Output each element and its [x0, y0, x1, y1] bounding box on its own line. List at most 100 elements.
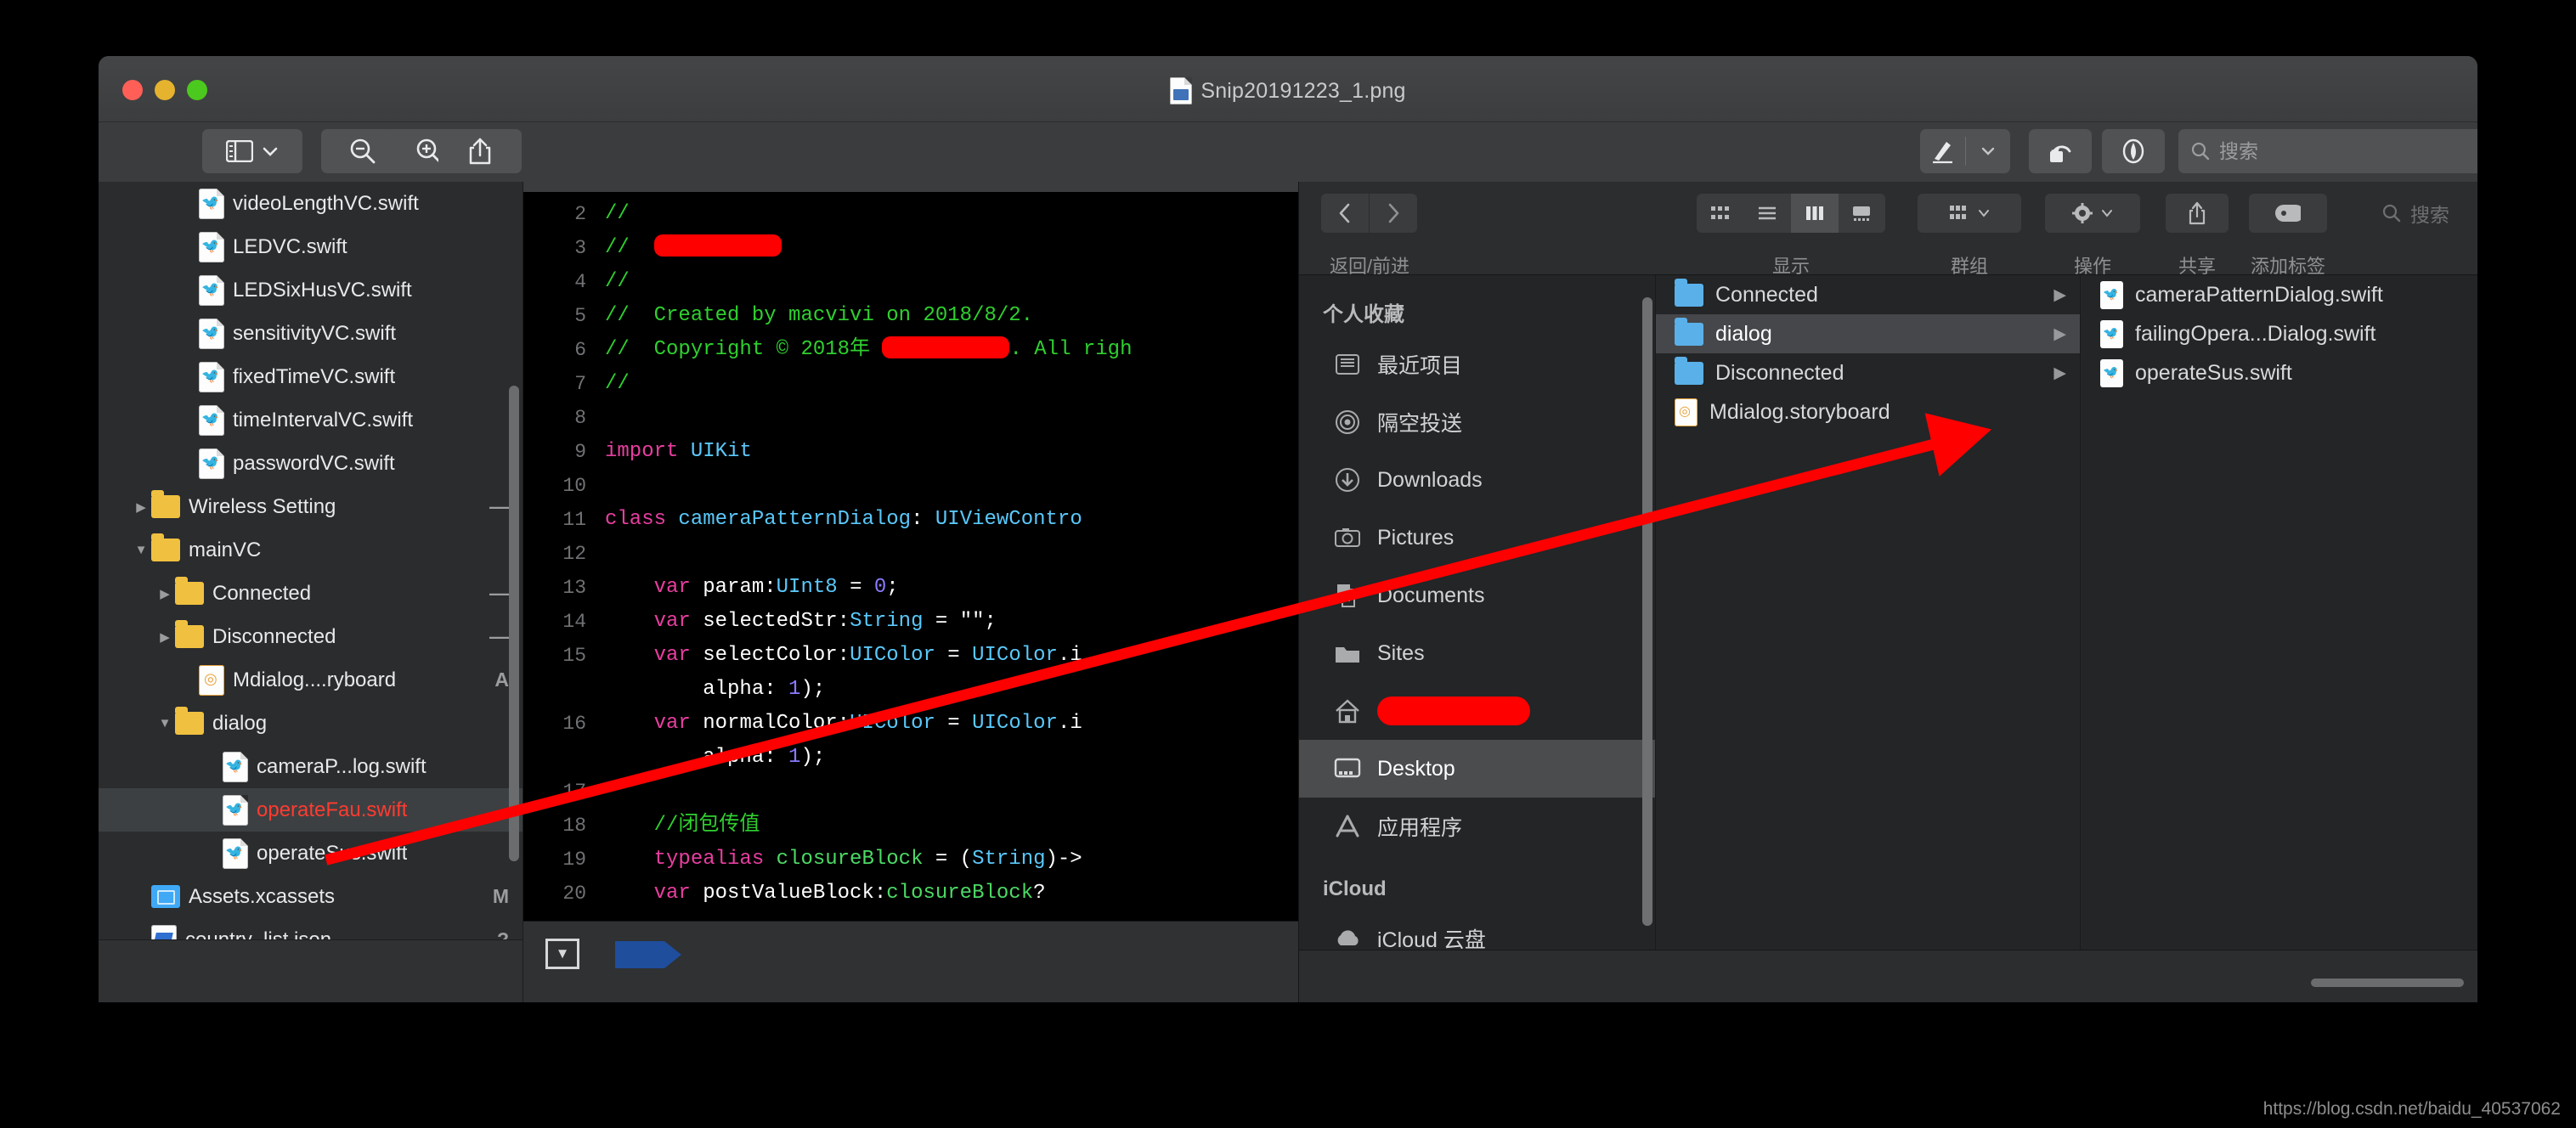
- navigator-row-label: Wireless Setting: [189, 495, 336, 519]
- code-text: var selectColor:UIColor = UIColor.i: [605, 639, 1082, 673]
- finder-item-label: cameraPatternDialog.swift: [2135, 283, 2383, 307]
- sidebar-item[interactable]: Desktop: [1299, 740, 1655, 798]
- navigator-row[interactable]: ▼ mainVC: [99, 528, 523, 572]
- code-line: alpha: 1);: [523, 741, 1298, 775]
- finder-sidebar-scrollbar[interactable]: [1642, 297, 1652, 926]
- sidebar-item[interactable]: Pictures: [1299, 509, 1655, 567]
- code-line: 10: [523, 469, 1298, 503]
- back-button[interactable]: [1321, 194, 1369, 233]
- airdrop-icon: [1333, 409, 1362, 436]
- chevron-left-icon: [1336, 202, 1353, 224]
- finder-list-item[interactable]: Disconnected▶: [1656, 353, 2080, 392]
- navigator-row[interactable]: operateFau.swift: [99, 788, 523, 832]
- folder-file-icon: [151, 539, 180, 561]
- home-icon: [1333, 697, 1362, 725]
- sidebar-item[interactable]: [1299, 682, 1655, 740]
- line-number: 7: [523, 367, 605, 401]
- code-line: 18 //闭包传值: [523, 809, 1298, 843]
- navigator-row[interactable]: Assets.xcassetsM: [99, 875, 523, 918]
- finder-item-label: Mdialog.storyboard: [1709, 400, 1890, 425]
- sidebar-toggle-button[interactable]: [202, 129, 302, 173]
- navigator-row[interactable]: operateSus.swift: [99, 832, 523, 875]
- column-view-button[interactable]: [1791, 194, 1839, 233]
- disclosure-closed-icon[interactable]: ▶: [155, 629, 175, 645]
- markup-button[interactable]: [1920, 138, 1965, 164]
- editor-top-bar: [523, 182, 1298, 192]
- finder-list-item[interactable]: Connected▶: [1656, 275, 2080, 314]
- window-titlebar: Snip20191223_1.png: [99, 56, 2477, 122]
- navigator-row[interactable]: Mdialog....ryboardA: [99, 658, 523, 702]
- disclosure-closed-icon[interactable]: ▶: [155, 586, 175, 601]
- code-line: 17: [523, 775, 1298, 809]
- chevron-right-icon: [1385, 202, 1402, 224]
- disclosure-closed-icon[interactable]: ▶: [131, 499, 151, 515]
- navigator-row[interactable]: videoLengthVC.swift: [99, 182, 523, 225]
- swift-file-icon: [223, 795, 248, 826]
- share-icon: [2188, 201, 2206, 225]
- source-code-area[interactable]: 2//3// 4//5// Created by macvivi on 2018…: [523, 192, 1298, 921]
- preview-toolbar: [99, 122, 2477, 182]
- finder-list-item[interactable]: operateSus.swift: [2082, 353, 2477, 392]
- rotate-button[interactable]: [2029, 129, 2092, 173]
- sidebar-item[interactable]: Sites: [1299, 624, 1655, 682]
- disclosure-open-icon[interactable]: ▼: [131, 543, 151, 557]
- navigator-row[interactable]: timeIntervalVC.swift: [99, 398, 523, 442]
- line-number: 19: [523, 843, 605, 877]
- breadcrumb-tag[interactable]: [615, 941, 664, 968]
- navigator-row[interactable]: ▶Disconnected—: [99, 615, 523, 658]
- sidebar-item[interactable]: Documents: [1299, 567, 1655, 624]
- code-line: 9import UIKit: [523, 435, 1298, 469]
- finder-sidebar-list: 个人收藏最近项目隔空投送DownloadsPicturesDocumentsSi…: [1299, 275, 1655, 1002]
- navigator-row[interactable]: fixedTimeVC.swift: [99, 355, 523, 398]
- finder-list-item[interactable]: cameraPatternDialog.swift: [2082, 275, 2477, 314]
- chevron-right-icon: ▶: [2053, 364, 2066, 383]
- line-number: 13: [523, 571, 605, 605]
- navigator-row[interactable]: sensitivityVC.swift: [99, 312, 523, 355]
- sidebar-item[interactable]: 隔空投送: [1299, 393, 1655, 451]
- sidebar-item[interactable]: Downloads: [1299, 451, 1655, 509]
- code-text: //: [605, 265, 630, 299]
- share-button-finder[interactable]: [2166, 194, 2229, 233]
- forward-button[interactable]: [1370, 194, 1417, 233]
- folder-file-icon: [175, 625, 204, 648]
- finder-list-item[interactable]: dialog▶: [1656, 314, 2080, 353]
- jump-bar-button[interactable]: ▼: [545, 939, 579, 969]
- icon-view-button[interactable]: [1697, 194, 1744, 233]
- line-number: 12: [523, 537, 605, 571]
- markup-toolbar-group: [1920, 129, 2010, 173]
- annotate-button[interactable]: [2102, 129, 2165, 173]
- navigator-row[interactable]: LEDSixHusVC.swift: [99, 268, 523, 312]
- navigator-row[interactable]: ▼dialog: [99, 702, 523, 745]
- navigator-row[interactable]: LEDVC.swift: [99, 225, 523, 268]
- navigator-row[interactable]: ▶Wireless Setting—: [99, 485, 523, 528]
- markup-options-button[interactable]: [1966, 145, 2011, 157]
- add-tags-button[interactable]: [2249, 194, 2327, 233]
- navigator-row-label: mainVC: [189, 539, 261, 562]
- finder-search-field[interactable]: 搜索: [2370, 194, 2477, 233]
- finder-list-item[interactable]: failingOpera...Dialog.swift: [2082, 314, 2477, 353]
- navigator-row[interactable]: ▶Connected—: [99, 572, 523, 615]
- window-title-text: Snip20191223_1.png: [1200, 79, 1405, 104]
- view-mode-segmented-control[interactable]: [1697, 194, 1885, 233]
- sidebar-item[interactable]: 最近项目: [1299, 336, 1655, 393]
- list-view-button[interactable]: [1744, 194, 1792, 233]
- code-line: 14 var selectedStr:String = "";: [523, 605, 1298, 639]
- search-input[interactable]: [2219, 140, 2477, 163]
- action-button[interactable]: [2045, 194, 2140, 233]
- line-number: 16: [523, 707, 605, 741]
- navigator-row[interactable]: passwordVC.swift: [99, 442, 523, 485]
- gallery-view-button[interactable]: [1839, 194, 1886, 233]
- navigator-row[interactable]: cameraP...log.swift: [99, 745, 523, 788]
- line-number: 8: [523, 401, 605, 435]
- share-button[interactable]: [438, 129, 522, 173]
- navigator-footer: [99, 939, 523, 1002]
- navigator-row-label: Mdialog....ryboard: [233, 668, 396, 692]
- sidebar-item[interactable]: 应用程序: [1299, 798, 1655, 855]
- preview-search-field[interactable]: [2178, 129, 2477, 173]
- disclosure-open-icon[interactable]: ▼: [155, 716, 175, 730]
- horizontal-scrollbar[interactable]: [2311, 979, 2464, 987]
- group-button[interactable]: [1918, 194, 2021, 233]
- finder-list-item[interactable]: Mdialog.storyboard: [1656, 392, 2080, 431]
- code-line: 5// Created by macvivi on 2018/8/2.: [523, 299, 1298, 333]
- navigator-scrollbar[interactable]: [509, 386, 519, 861]
